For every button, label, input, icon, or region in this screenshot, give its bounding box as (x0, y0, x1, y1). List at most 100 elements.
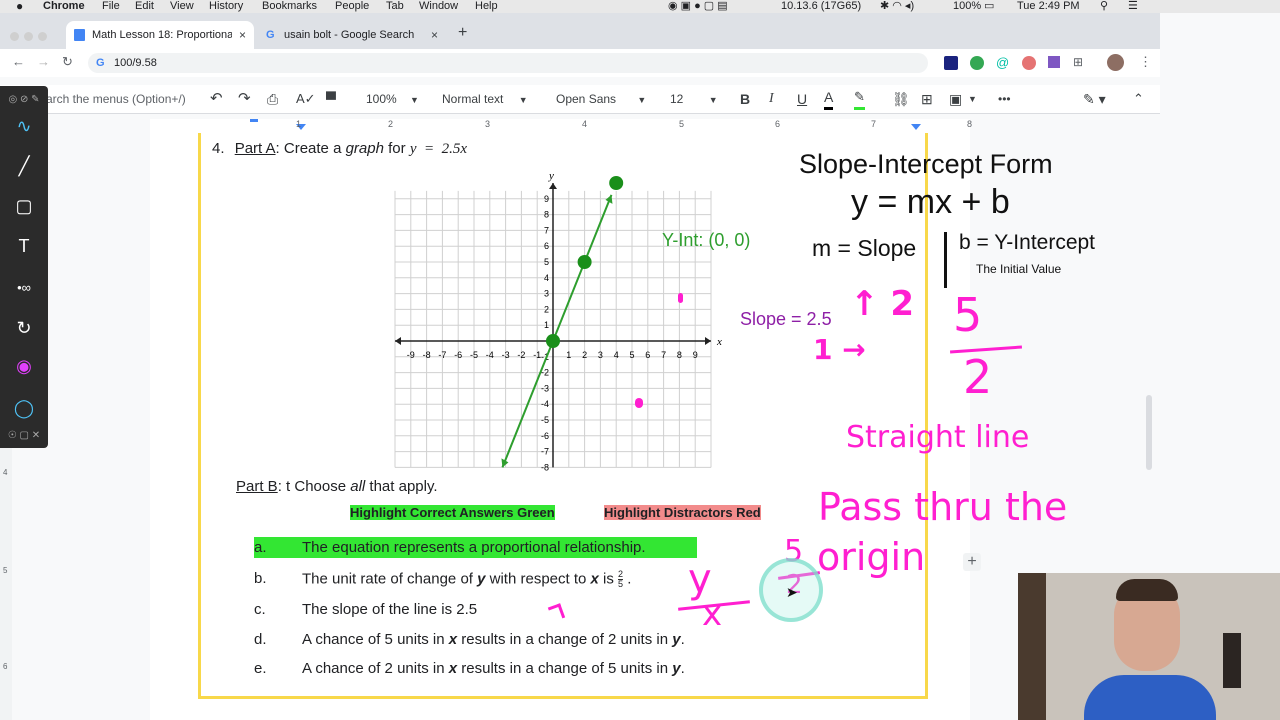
extension-icon[interactable] (944, 56, 958, 70)
text-tool-icon[interactable]: T (10, 232, 38, 260)
status-icons: ◉ ▣ ● ▢ ▤ (668, 0, 728, 12)
handwriting-x: x (702, 594, 723, 634)
comment-icon[interactable]: ⊞ (921, 85, 933, 113)
part-a-graph-word: graph (345, 140, 384, 157)
editing-mode-icon[interactable]: ✎ ▾ (1083, 85, 1106, 113)
apple-icon[interactable]: ● (16, 0, 23, 12)
menu-chrome[interactable]: Chrome (43, 0, 85, 12)
y-tick-label: 3 (544, 289, 549, 299)
menu-list-icon[interactable]: ☰ (1128, 0, 1138, 12)
part-a-equation: y = 2.5x (409, 141, 467, 157)
option-b-text[interactable]: The unit rate of change of y with respec… (302, 570, 631, 589)
bold-button[interactable]: B (740, 85, 750, 113)
bluetooth-wifi-icons[interactable]: ✱ ◠ ◂) (880, 0, 914, 12)
y-intercept-note: Y-Int: (0, 0) (662, 230, 751, 250)
search-menus-input[interactable]: arch the menus (Option+/) (46, 85, 198, 113)
paint-format-icon[interactable]: ▀ (326, 85, 336, 113)
right-margin-marker[interactable] (911, 124, 921, 130)
scrollbar-thumb[interactable] (1146, 395, 1152, 470)
close-tab-icon[interactable]: × (431, 21, 438, 49)
print-icon[interactable]: ⎙ (267, 85, 278, 113)
extension-icon[interactable] (1022, 56, 1036, 70)
indent-marker[interactable] (250, 119, 258, 122)
slope-intercept-equation: y = mx + b (851, 183, 1010, 221)
option-text-part: results in a change of 2 units in (457, 631, 673, 648)
menu-bookmarks[interactable]: Bookmarks (262, 0, 317, 12)
pen-tool-icon[interactable]: ∿ (10, 112, 38, 140)
menu-window[interactable]: Window (419, 0, 458, 12)
address-text: 100/9.58 (114, 57, 157, 69)
color-picker-icon[interactable]: ◉ (10, 352, 38, 380)
y-tick-label: 5 (544, 257, 549, 267)
palette-header-icons[interactable]: ◎ ⊘ ✎ (4, 86, 44, 114)
add-comment-icon[interactable]: + (963, 553, 981, 571)
palette-footer-icons[interactable]: ☉ ▢ ✕ (4, 422, 44, 450)
forward-icon[interactable]: → (37, 54, 50, 69)
horizontal-ruler[interactable]: 1 2 3 4 5 6 7 8 (150, 119, 972, 133)
ruler-number: 5 (679, 119, 685, 129)
font-size-select[interactable]: 12 ▼ (670, 85, 718, 113)
window-controls[interactable] (10, 28, 47, 46)
italic-button[interactable]: I (769, 85, 774, 113)
menu-help[interactable]: Help (475, 0, 498, 12)
rectangle-tool-icon[interactable]: ▢ (10, 192, 38, 220)
menu-file[interactable]: File (102, 0, 120, 12)
menu-edit[interactable]: Edit (135, 0, 154, 12)
timer-tool-icon[interactable]: ◯ (10, 394, 38, 422)
option-e-text[interactable]: A chance of 2 units in x results in a ch… (302, 660, 685, 677)
y-tick-label: 4 (544, 273, 549, 283)
menu-people[interactable]: People (335, 0, 369, 12)
text-color-button[interactable]: A (824, 85, 834, 110)
option-a-text[interactable]: The equation represents a proportional r… (302, 539, 646, 556)
chevron-down-icon[interactable]: ▼ (968, 85, 977, 113)
clock[interactable]: Tue 2:49 PM (1017, 0, 1080, 12)
extension-icon[interactable] (1048, 56, 1060, 68)
ruler-number: 5 (3, 566, 8, 575)
redo-icon[interactable]: ↷ (238, 85, 251, 113)
x-tick-label: 6 (645, 350, 650, 360)
option-text-part: A chance of 2 units in (302, 660, 449, 677)
underline-button[interactable]: U (797, 85, 807, 113)
y-tick-label: -4 (541, 399, 549, 409)
variable-y: y (672, 660, 681, 677)
collapse-toolbar-icon[interactable]: ⌃ (1133, 85, 1144, 113)
link-icon[interactable]: ⛓ (892, 85, 910, 113)
address-bar[interactable]: G 100/9.58 (88, 53, 928, 73)
chrome-menu-icon[interactable]: ⋮ (1139, 54, 1152, 70)
reload-icon[interactable]: ↻ (62, 54, 73, 70)
highlight-color-icon[interactable]: ✎ (854, 85, 865, 110)
image-icon[interactable]: ▣ (949, 85, 962, 113)
tab-math-lesson[interactable]: Math Lesson 18: Proportional R × (66, 21, 254, 49)
option-c-text[interactable]: The slope of the line is 2.5 (302, 601, 477, 618)
part-b-label: Part B (236, 478, 278, 495)
spellcheck-icon[interactable]: A✓ (296, 85, 316, 113)
line-tool-icon[interactable]: ╱ (10, 152, 38, 180)
menu-history[interactable]: History (209, 0, 243, 12)
font-select[interactable]: Open Sans ▼ (556, 85, 646, 113)
extension-icon[interactable] (970, 56, 984, 70)
apps-grid-icon[interactable]: ⊞ (1073, 55, 1083, 69)
menu-tab[interactable]: Tab (386, 0, 404, 12)
option-d-text[interactable]: A chance of 5 units in x results in a ch… (302, 631, 685, 648)
x-tick-label: -8 (423, 350, 431, 360)
ruler-number: 4 (582, 119, 588, 129)
undo-tool-icon[interactable]: ↻ (10, 314, 38, 342)
close-tab-icon[interactable]: × (239, 21, 246, 49)
option-text-part: with respect to (485, 570, 591, 588)
spotlight-tool-icon[interactable]: •∞ (10, 274, 38, 302)
extension-icon[interactable]: @ (996, 55, 1009, 70)
ruler-number: 7 (871, 119, 877, 129)
undo-icon[interactable]: ↶ (210, 85, 223, 113)
y-tick-label: -8 (541, 462, 549, 472)
new-tab-button[interactable]: + (458, 24, 467, 42)
more-button[interactable]: ••• (998, 85, 1011, 113)
tab-usain-bolt[interactable]: G usain bolt - Google Search × (258, 21, 446, 49)
profile-avatar[interactable] (1107, 54, 1124, 71)
back-icon[interactable]: ← (12, 54, 25, 69)
webcam-background-frame (1223, 633, 1241, 688)
zoom-select[interactable]: 100% ▼ (366, 85, 419, 113)
spotlight-icon[interactable]: ⚲ (1100, 0, 1108, 12)
style-select[interactable]: Normal text ▼ (442, 85, 528, 113)
menu-view[interactable]: View (170, 0, 194, 12)
y-tick-label: -5 (541, 415, 549, 425)
